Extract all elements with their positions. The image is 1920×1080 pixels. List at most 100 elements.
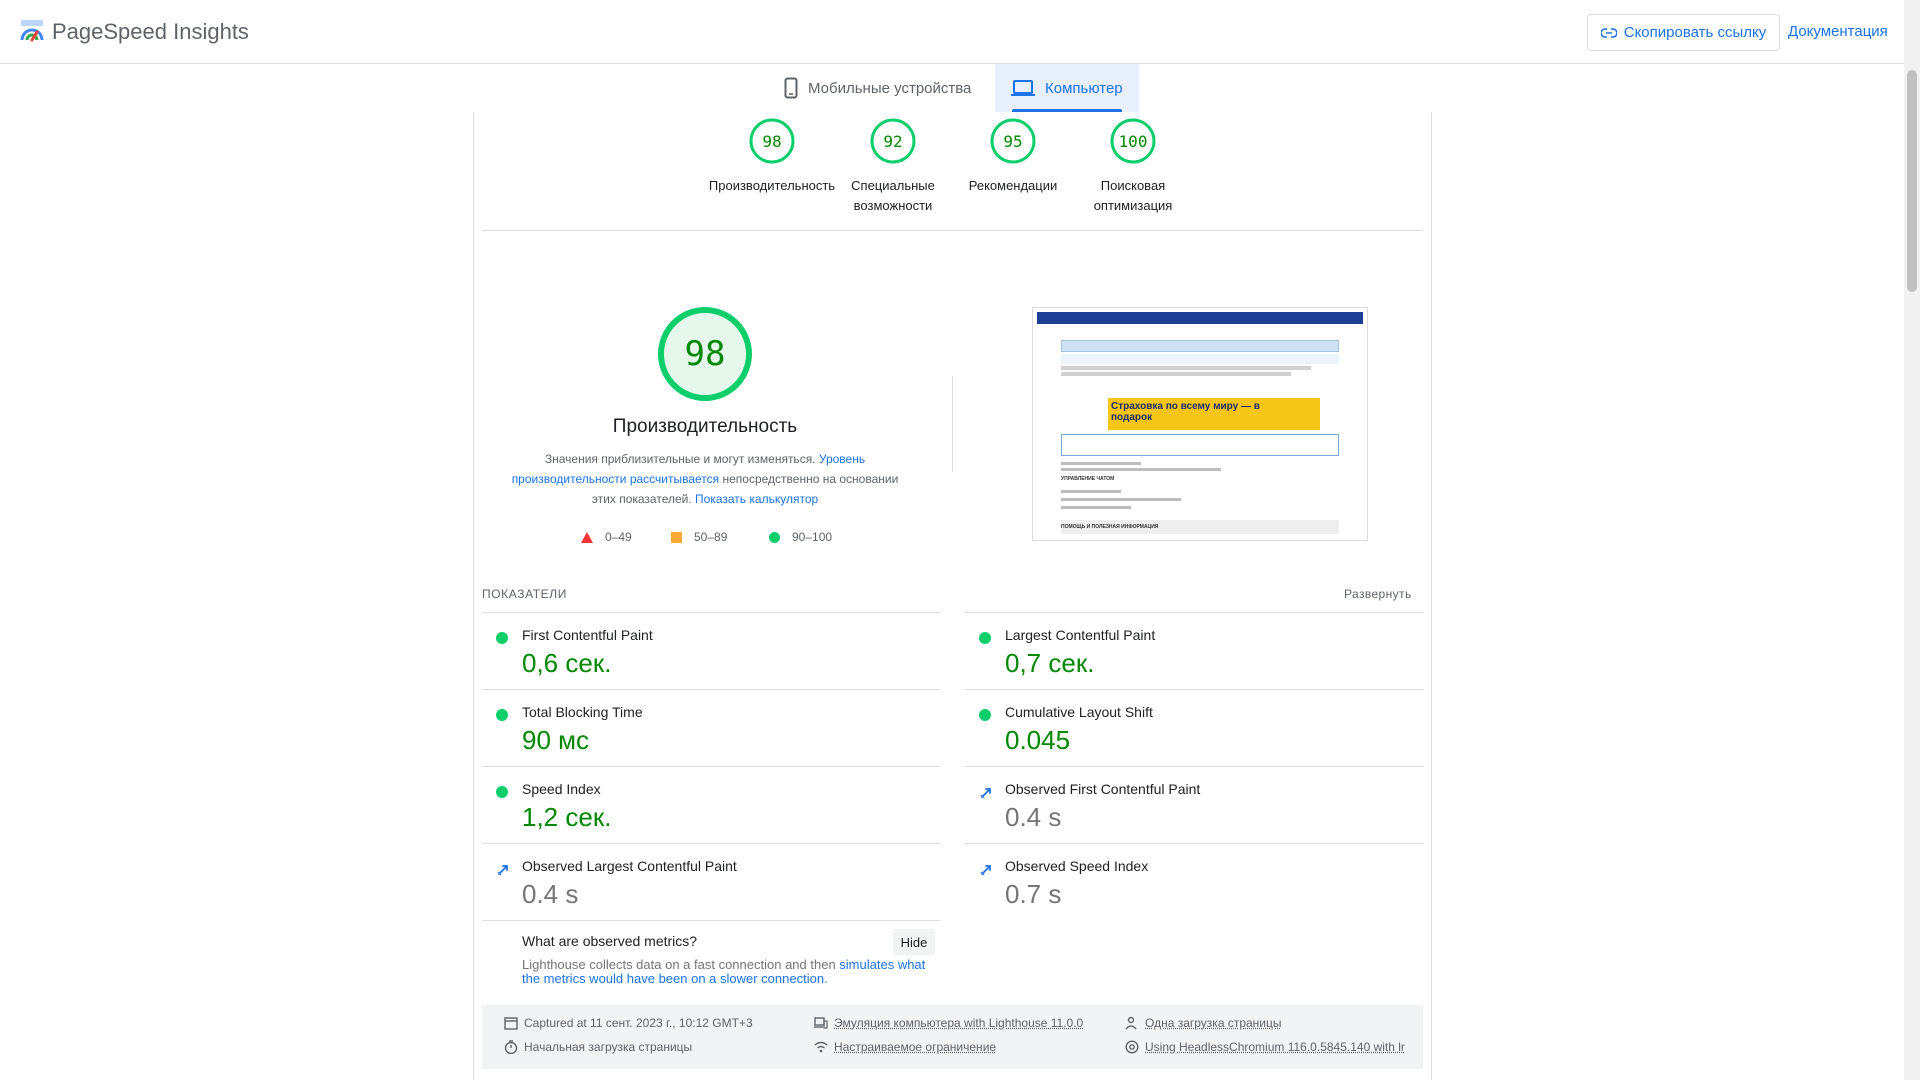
performance-gauge-large: 98 <box>657 306 753 402</box>
browser-text: Using HeadlessChromium 116.0.5845.140 wi… <box>1145 1040 1405 1054</box>
runtime-single-load[interactable]: Одна загрузка страницы <box>1125 1016 1282 1030</box>
metric-name: Observed Largest Contentful Paint <box>522 858 737 874</box>
legend-pass: 90–100 <box>769 529 832 545</box>
metric-lcp: Largest Contentful Paint 0,7 сек. <box>965 612 1424 689</box>
thumb-text-line <box>1061 506 1131 509</box>
panel-border-right <box>1431 112 1432 1080</box>
metric-name: Total Blocking Time <box>522 704 643 720</box>
pass-circle-icon <box>769 531 780 543</box>
runtime-captured: Captured at 11 сент. 2023 г., 10:12 GMT+… <box>504 1016 753 1030</box>
rocket-icon <box>980 788 991 799</box>
browser-icon <box>1125 1040 1139 1054</box>
devices-icon <box>814 1017 828 1029</box>
fail-triangle-icon <box>581 531 593 543</box>
metric-name: First Contentful Paint <box>522 627 653 643</box>
thumb-content: Страховка по всему миру — в подарок УПРА… <box>1061 340 1339 536</box>
panel-border-left <box>473 112 474 1080</box>
metric-fcp: First Contentful Paint 0,6 сек. <box>482 612 941 689</box>
tab-mobile[interactable]: Мобильные устройства <box>768 64 996 112</box>
device-tabs: Мобильные устройства Компьютер <box>0 64 1904 112</box>
app-header: PageSpeed Insights Скопировать ссылку До… <box>0 0 1904 64</box>
thumb-footer-heading: ПОМОЩЬ И ПОЛЕЗНАЯ ИНФОРМАЦИЯ <box>1061 524 1159 530</box>
throttling-text: Настраиваемое ограничение <box>834 1040 997 1054</box>
emulation-text: Эмуляция компьютера with Lighthouse 11.0… <box>834 1016 1084 1030</box>
gauge-best-practices[interactable]: 95 <box>989 117 1037 165</box>
legend-fail: 0–49 <box>581 529 632 545</box>
metric-value: 0.7 s <box>1005 879 1062 909</box>
thumb-message-body <box>1061 354 1339 364</box>
final-screenshot[interactable]: Страховка по всему миру — в подарок УПРА… <box>1032 307 1368 541</box>
pass-circle-icon <box>979 632 991 644</box>
thumb-text-line <box>1061 462 1141 465</box>
thumb-message-header <box>1061 340 1339 352</box>
thumb-text-line <box>1061 498 1181 501</box>
captured-text: Captured at 11 сент. 2023 г., 10:12 GMT+… <box>524 1016 753 1030</box>
thumb-ad-banner: Страховка по всему миру — в подарок <box>1078 398 1320 430</box>
runtime-settings: Captured at 11 сент. 2023 г., 10:12 GMT+… <box>482 1005 1423 1069</box>
performance-disclaimer: Значения приблизительные и могут изменят… <box>505 449 905 509</box>
pagespeed-logo-icon[interactable] <box>18 18 46 46</box>
metric-observed-speed-index: Observed Speed Index 0.7 s <box>965 843 1424 920</box>
performance-score-large: 98 <box>684 334 726 374</box>
hide-observed-button[interactable]: Hide <box>893 929 935 955</box>
thumb-banner-text: Страховка по всему миру — в подарок <box>1111 401 1260 423</box>
runtime-initial-load: Начальная загрузка страницы <box>504 1040 692 1054</box>
gauge-best-practices-score: 95 <box>1003 131 1023 151</box>
timer-icon <box>504 1040 518 1054</box>
single-load-text: Одна загрузка страницы <box>1145 1016 1282 1030</box>
thumb-section-heading: УПРАВЛЕНИЕ ЧАТОМ <box>1061 476 1115 482</box>
documentation-link[interactable]: Документация <box>1788 22 1888 42</box>
gauge-performance[interactable]: 98 <box>748 117 796 165</box>
initial-load-text: Начальная загрузка страницы <box>524 1040 693 1054</box>
metric-speed-index: Speed Index 1,2 сек. <box>482 766 941 843</box>
metric-observed-fcp: Observed First Contentful Paint 0.4 s <box>965 766 1424 843</box>
gauge-seo[interactable]: 100 <box>1109 117 1157 165</box>
thumb-footer: ПОМОЩЬ И ПОЛЕЗНАЯ ИНФОРМАЦИЯ <box>1061 520 1339 534</box>
gauge-performance-label[interactable]: Производительность <box>707 176 837 196</box>
page-scrollbar[interactable] <box>1904 0 1920 1080</box>
show-calculator-link[interactable]: Показать калькулятор <box>695 492 818 506</box>
runtime-throttling[interactable]: Настраиваемое ограничение <box>814 1040 996 1054</box>
average-square-icon <box>671 531 682 543</box>
tab-mobile-label: Мобильные устройства <box>808 79 972 97</box>
phone-icon <box>784 77 798 99</box>
metric-name: Observed First Contentful Paint <box>1005 781 1201 797</box>
performance-title: Производительность <box>612 416 798 437</box>
tab-desktop-label: Компьютер <box>1045 79 1123 97</box>
link-icon <box>1600 27 1617 38</box>
category-separator <box>482 230 1423 231</box>
laptop-icon <box>1011 80 1035 96</box>
pass-circle-icon <box>979 709 991 721</box>
scrollbar-thumb[interactable] <box>1907 70 1917 292</box>
metric-tbt: Total Blocking Time 90 мс <box>482 689 941 766</box>
metric-value: 0.045 <box>1005 725 1071 755</box>
legend-average-label: 50–89 <box>694 530 728 544</box>
thumb-chat-input <box>1061 434 1339 456</box>
pass-circle-icon <box>496 786 508 798</box>
pass-circle-icon <box>496 632 508 644</box>
metric-value: 1,2 сек. <box>522 802 612 832</box>
metric-name: Observed Speed Index <box>1005 858 1149 874</box>
gauge-best-practices-label[interactable]: Рекомендации <box>948 176 1078 196</box>
gauge-accessibility-label[interactable]: Специальные возможности <box>828 176 958 216</box>
wifi-icon <box>814 1041 828 1053</box>
gauge-accessibility[interactable]: 92 <box>869 117 917 165</box>
gauge-screenshot-divider <box>952 376 953 472</box>
copy-link-button[interactable]: Скопировать ссылку <box>1587 14 1780 51</box>
metric-value: 0,7 сек. <box>1005 648 1095 678</box>
metric-value: 90 мс <box>522 725 590 755</box>
runtime-browser[interactable]: Using HeadlessChromium 116.0.5845.140 wi… <box>1125 1040 1405 1054</box>
metric-value: 0.4 s <box>522 879 579 909</box>
runtime-emulation[interactable]: Эмуляция компьютера with Lighthouse 11.0… <box>814 1016 1083 1030</box>
legend-fail-label: 0–49 <box>605 530 632 544</box>
metric-observed-lcp: Observed Largest Contentful Paint 0.4 s <box>482 843 941 920</box>
legend-average: 50–89 <box>671 529 727 545</box>
rocket-icon <box>980 865 991 876</box>
disclaimer-text-1: Значения приблизительные и могут изменят… <box>544 452 816 466</box>
expand-metrics-toggle[interactable]: Развернуть <box>1344 587 1412 601</box>
metric-cls: Cumulative Layout Shift 0.045 <box>965 689 1424 766</box>
metric-value: 0.4 s <box>1005 802 1062 832</box>
tab-desktop[interactable]: Компьютер <box>995 64 1139 112</box>
brand-title[interactable]: PageSpeed Insights <box>52 18 249 46</box>
gauge-seo-label[interactable]: Поисковая оптимизация <box>1068 176 1198 216</box>
